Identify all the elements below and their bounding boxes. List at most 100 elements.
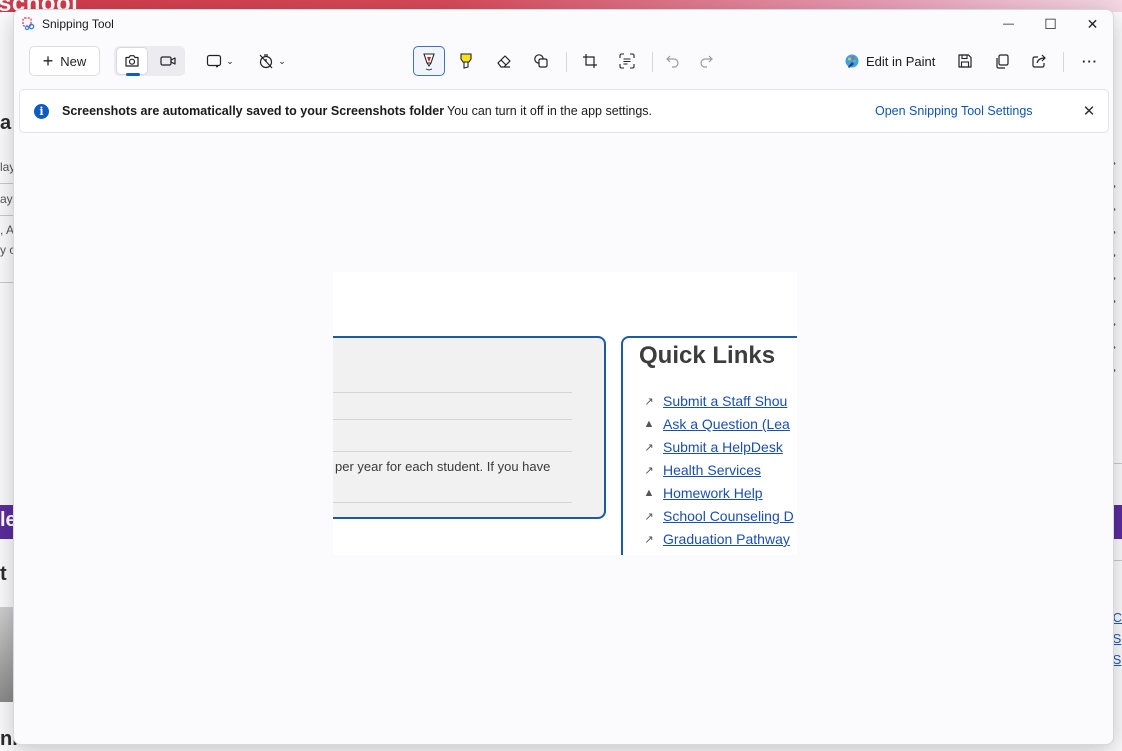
- save-button[interactable]: [950, 46, 980, 76]
- info-bar-close-button[interactable]: ✕: [1078, 100, 1100, 122]
- background-right-link: S: [1112, 631, 1122, 646]
- new-button-label: New: [60, 53, 87, 69]
- background-snippet: , A: [0, 223, 15, 237]
- chevron-down-icon: ⌄: [226, 55, 234, 66]
- crop-icon: [583, 54, 597, 68]
- camera-icon: [125, 55, 139, 67]
- quick-link-item: ↗ Health Services: [643, 459, 761, 481]
- quick-link: Health Services: [663, 462, 762, 478]
- pen-icon: [423, 53, 435, 71]
- snip-content-card: per year for each student. If you have: [333, 336, 606, 519]
- quick-link-item: ↗ Submit a HelpDesk: [643, 436, 783, 458]
- quick-link-item: ↗ Graduation Pathway: [643, 528, 790, 550]
- close-button[interactable]: ✕: [1071, 10, 1113, 38]
- snipping-tool-window: Snipping Tool — ☐ ✕ + New ⌄ ⌄ Edit in Pa…: [13, 9, 1114, 745]
- snip-divider: [333, 451, 572, 452]
- toolbar-separator: [1063, 52, 1064, 72]
- drive-icon: ▲: [643, 418, 655, 430]
- shapes-icon: [534, 54, 548, 68]
- highlighter-button[interactable]: [451, 46, 481, 76]
- snip-card-text: per year for each student. If you have: [335, 459, 551, 474]
- minimize-icon: —: [1003, 18, 1014, 30]
- text-actions-button[interactable]: [612, 46, 642, 76]
- screenshot-mode-button[interactable]: [116, 47, 148, 75]
- quick-link-item: ▲ Homework Help: [643, 482, 763, 504]
- maximize-icon: ☐: [1044, 15, 1057, 32]
- background-divider: [0, 282, 13, 283]
- copy-button[interactable]: [987, 46, 1017, 76]
- ballpoint-pen-button[interactable]: [413, 46, 445, 76]
- toolbar-separator: [652, 52, 653, 72]
- more-options-button[interactable]: ···: [1074, 46, 1106, 76]
- quick-link: Ask a Question (Lea: [663, 416, 790, 432]
- info-bar-message: You can turn it off in the app settings.: [447, 104, 653, 118]
- snip-divider: [333, 419, 572, 420]
- external-link-icon: ↗: [644, 441, 654, 454]
- snip-divider: [333, 392, 572, 393]
- close-icon: ✕: [1086, 15, 1099, 32]
- highlighter-icon: [460, 53, 472, 69]
- info-bar-title: Screenshots are automatically saved to y…: [62, 104, 445, 118]
- external-link-icon: ↗: [644, 510, 654, 523]
- captured-screenshot: per year for each student. If you have Q…: [333, 272, 797, 555]
- snipping-tool-app-icon: [22, 17, 35, 31]
- undo-icon: [666, 55, 679, 68]
- eraser-icon: [497, 55, 511, 68]
- video-mode-button[interactable]: [152, 46, 184, 76]
- quick-link: Submit a HelpDesk: [663, 439, 783, 455]
- quick-links-card: Quick Links ↗ Submit a Staff Shou ▲ Ask …: [621, 336, 797, 555]
- edit-in-paint-label: Edit in Paint: [866, 53, 936, 69]
- copy-icon: [996, 54, 1009, 69]
- quick-link-item: ▲ Ask a Question (Lea: [643, 413, 790, 435]
- background-heading-t: t: [0, 563, 7, 585]
- delay-timer-dropdown[interactable]: ⌄: [252, 46, 292, 76]
- text-actions-icon: [619, 53, 635, 69]
- background-right-link: S: [1112, 652, 1122, 667]
- no-timer-icon: [259, 54, 273, 69]
- window-title: Snipping Tool: [42, 17, 114, 31]
- save-icon: [958, 54, 972, 68]
- snip-shape-dropdown[interactable]: ⌄: [200, 46, 240, 76]
- background-right-links: C S S: [1113, 610, 1122, 673]
- redo-button[interactable]: [691, 46, 721, 76]
- background-divider: [0, 183, 13, 184]
- rectangle-snip-icon: [207, 54, 222, 68]
- minimize-button[interactable]: —: [987, 10, 1030, 38]
- toolbar: + New ⌄ ⌄ Edit in Paint ···: [14, 40, 1113, 82]
- quick-link-item: ↗ School Counseling D: [643, 505, 794, 527]
- active-mode-indicator: [126, 73, 140, 76]
- quick-link: Submit a Staff Shou: [663, 393, 788, 409]
- snip-divider: [333, 502, 572, 503]
- info-bar: i Screenshots are automatically saved to…: [19, 89, 1109, 133]
- external-link-icon: ↗: [644, 395, 654, 408]
- crop-button[interactable]: [575, 46, 605, 76]
- plus-icon: +: [42, 51, 54, 71]
- quick-links-title: Quick Links: [639, 342, 776, 369]
- redo-icon: [700, 55, 713, 68]
- open-settings-link[interactable]: Open Snipping Tool Settings: [875, 104, 1033, 118]
- quick-link: Graduation Pathway: [663, 531, 790, 547]
- shapes-button[interactable]: [526, 46, 556, 76]
- external-link-icon: ↗: [644, 464, 654, 477]
- quick-link: School Counseling D: [663, 508, 794, 524]
- undo-button[interactable]: [658, 46, 688, 76]
- background-photo: [0, 607, 13, 702]
- eraser-button[interactable]: [489, 46, 519, 76]
- share-button[interactable]: [1024, 46, 1054, 76]
- info-icon: i: [34, 104, 49, 119]
- background-divider: [0, 215, 13, 216]
- quick-link-item: ↗ Submit a Staff Shou: [643, 390, 787, 412]
- drive-icon: ▲: [643, 487, 655, 499]
- new-snip-button[interactable]: + New: [29, 46, 100, 76]
- chevron-down-icon: ⌄: [278, 55, 286, 66]
- toolbar-separator: [566, 52, 567, 72]
- paint-app-icon: [845, 54, 859, 68]
- share-icon: [1032, 54, 1046, 68]
- edit-in-paint-button[interactable]: Edit in Paint: [844, 46, 935, 76]
- background-right-link: C: [1112, 610, 1122, 625]
- maximize-button[interactable]: ☐: [1029, 10, 1072, 38]
- external-link-icon: ↗: [644, 533, 654, 546]
- more-icon: ···: [1082, 53, 1098, 69]
- title-bar[interactable]: Snipping Tool — ☐ ✕: [14, 10, 1113, 38]
- video-camera-icon: [160, 56, 176, 66]
